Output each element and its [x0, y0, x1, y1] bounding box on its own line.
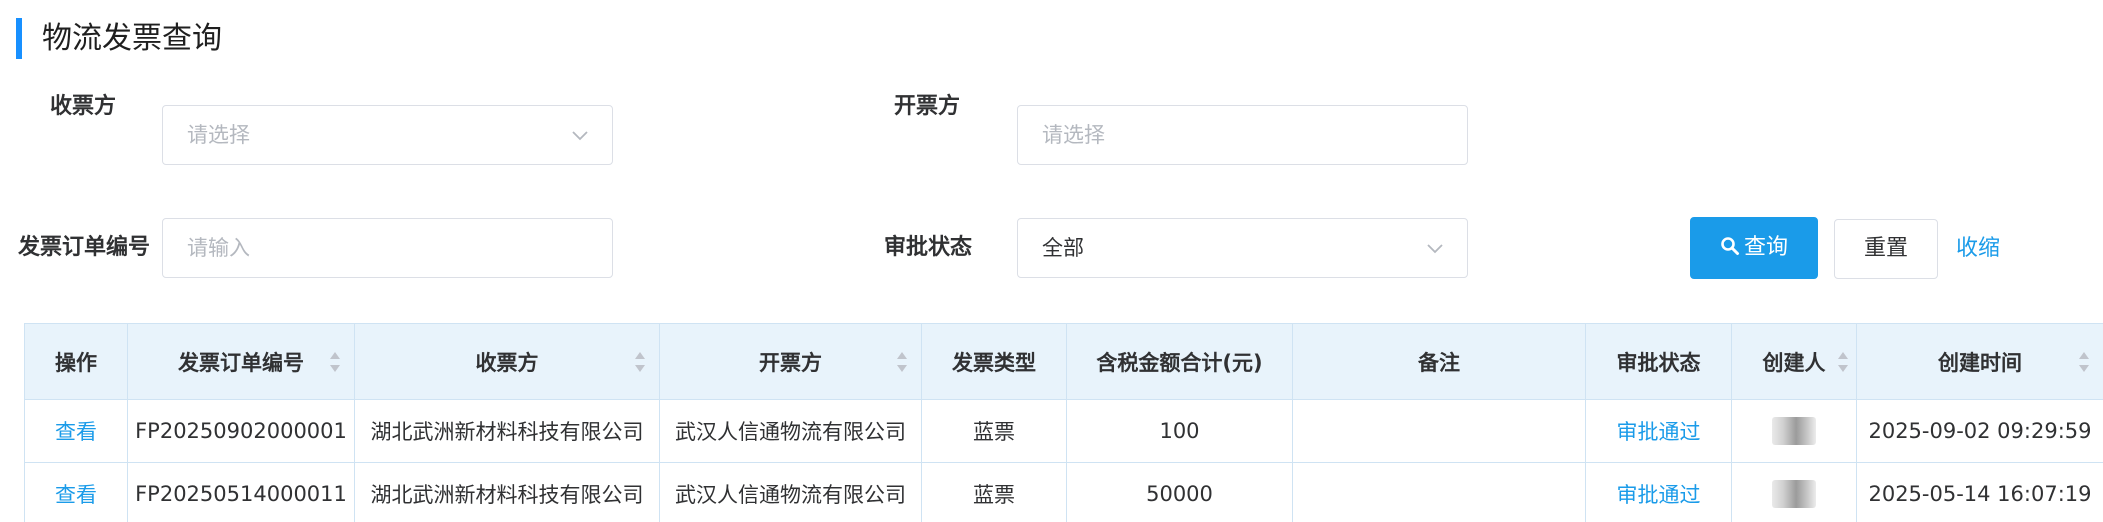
cell-creator [1732, 400, 1857, 462]
issuer-input-placeholder: 请选择 [1042, 123, 1105, 147]
creator-avatar [1772, 480, 1816, 508]
table-row: 查看 FP20250514000011 湖北武洲新材料科技有限公司 武汉人信通物… [25, 463, 2103, 522]
column-header-creator[interactable]: 创建人 [1732, 324, 1857, 400]
column-header-invoice-type: 发票类型 [922, 324, 1067, 400]
view-link[interactable]: 查看 [25, 400, 128, 462]
column-header-action: 操作 [25, 324, 128, 400]
collapse-link[interactable]: 收缩 [1956, 219, 2000, 279]
cell-amount: 50000 [1067, 463, 1293, 522]
cell-created-at: 2025-05-14 16:07:19 [1857, 463, 2103, 522]
cell-issuer: 武汉人信通物流有限公司 [660, 400, 922, 462]
column-header-amount: 含税金额合计(元) [1067, 324, 1293, 400]
view-link[interactable]: 查看 [25, 463, 128, 522]
approval-status-value: 全部 [1042, 236, 1084, 260]
approval-status-label: 审批状态 [884, 235, 973, 260]
issuer-input[interactable]: 请选择 [1017, 105, 1468, 165]
status-link[interactable]: 审批通过 [1586, 400, 1732, 462]
sort-caret-icon[interactable] [2077, 346, 2091, 378]
chevron-down-icon [1425, 238, 1445, 258]
logistics-invoice-query-page: 物流发票查询 收票方 请选择 开票方 请选择 发票订单编号 请输入 审批状态 全… [0, 0, 2103, 522]
receiver-select-placeholder: 请选择 [187, 123, 250, 147]
column-header-order-no[interactable]: 发票订单编号 [128, 324, 355, 400]
sort-caret-icon[interactable] [633, 346, 647, 378]
cell-order-no: FP20250514000011 [128, 463, 355, 522]
column-header-created-at[interactable]: 创建时间 [1857, 324, 2103, 400]
cell-invoice-type: 蓝票 [922, 400, 1067, 462]
search-button[interactable]: 查询 [1690, 217, 1818, 279]
table-row: 查看 FP20250902000001 湖北武洲新材料科技有限公司 武汉人信通物… [25, 400, 2103, 463]
reset-button[interactable]: 重置 [1834, 219, 1938, 279]
table-header: 操作 发票订单编号 收票方 开票方 发票类型 含税金额合计(元) 备注 审批状态… [25, 324, 2103, 400]
cell-receiver: 湖北武洲新材料科技有限公司 [355, 400, 660, 462]
sort-caret-icon[interactable] [1836, 346, 1850, 378]
title-accent-bar [16, 18, 22, 59]
invoice-table: 操作 发票订单编号 收票方 开票方 发票类型 含税金额合计(元) 备注 审批状态… [24, 323, 2103, 522]
search-button-label: 查询 [1743, 235, 1788, 260]
column-header-status: 审批状态 [1586, 324, 1732, 400]
cell-issuer: 武汉人信通物流有限公司 [660, 463, 922, 522]
column-header-issuer[interactable]: 开票方 [660, 324, 922, 400]
receiver-label: 收票方 [50, 94, 117, 119]
sort-caret-icon[interactable] [895, 346, 909, 378]
issuer-label: 开票方 [894, 94, 961, 119]
sort-caret-icon[interactable] [328, 346, 342, 378]
chevron-down-icon [570, 125, 590, 145]
page-title: 物流发票查询 [42, 21, 222, 56]
cell-created-at: 2025-09-02 09:29:59 [1857, 400, 2103, 462]
approval-status-select[interactable]: 全部 [1017, 218, 1468, 278]
order-no-input[interactable]: 请输入 [162, 218, 613, 278]
creator-avatar [1772, 417, 1816, 445]
cell-amount: 100 [1067, 400, 1293, 462]
cell-order-no: FP20250902000001 [128, 400, 355, 462]
cell-creator [1732, 463, 1857, 522]
column-header-remark: 备注 [1293, 324, 1586, 400]
column-header-receiver[interactable]: 收票方 [355, 324, 660, 400]
status-link[interactable]: 审批通过 [1586, 463, 1732, 522]
order-no-label: 发票订单编号 [18, 235, 151, 260]
receiver-select[interactable]: 请选择 [162, 105, 613, 165]
cell-remark [1293, 463, 1586, 522]
cell-receiver: 湖北武洲新材料科技有限公司 [355, 463, 660, 522]
cell-invoice-type: 蓝票 [922, 463, 1067, 522]
search-icon [1720, 236, 1740, 256]
order-no-input-placeholder: 请输入 [187, 236, 250, 260]
cell-remark [1293, 400, 1586, 462]
